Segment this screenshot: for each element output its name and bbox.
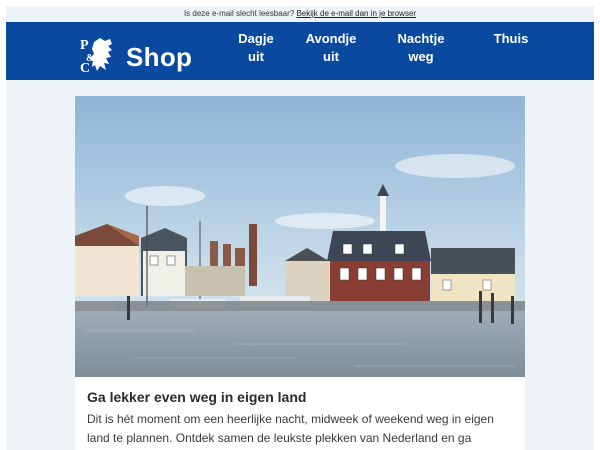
nav-label-line2: uit xyxy=(323,49,339,64)
nav-label-line1: Avondje xyxy=(305,31,357,46)
nav-label-line2: weg xyxy=(408,49,434,64)
nav-dagje-uit[interactable]: Dagje uit xyxy=(226,30,286,66)
preheader-text: Is deze e-mail slecht leesbaar? xyxy=(183,9,295,18)
email-frame: Is deze e-mail slecht leesbaar? Bekijk d… xyxy=(6,6,594,450)
nav-avondje-uit[interactable]: Avondje uit xyxy=(296,30,366,66)
nav-label-line1: Dagje xyxy=(238,31,274,46)
svg-text:P: P xyxy=(80,38,89,53)
brand-title[interactable]: Shop xyxy=(126,42,192,73)
article-body: Dit is hét moment om een heerlijke nacht… xyxy=(87,412,494,445)
article-headline: Ga lekker even weg in eigen land xyxy=(87,389,307,405)
preheader: Is deze e-mail slecht leesbaar? Bekijk d… xyxy=(6,6,594,22)
nav-label-line2: uit xyxy=(248,49,264,64)
nav-nachtje-weg[interactable]: Nachtje weg xyxy=(386,30,456,66)
lion-logo-icon[interactable]: P C & xyxy=(78,34,120,76)
nav-thuis[interactable]: Thuis xyxy=(476,30,546,48)
svg-text:&: & xyxy=(86,53,94,64)
nav-label-line1: Nachtje xyxy=(397,31,445,46)
hero-harbor-image[interactable] xyxy=(75,96,525,377)
nav-label-line1: Thuis xyxy=(493,31,529,46)
view-in-browser-link[interactable]: Bekijk de e-mail dan in je browser xyxy=(296,9,416,18)
article-card: Ga lekker even weg in eigen land Dit is … xyxy=(75,96,525,450)
